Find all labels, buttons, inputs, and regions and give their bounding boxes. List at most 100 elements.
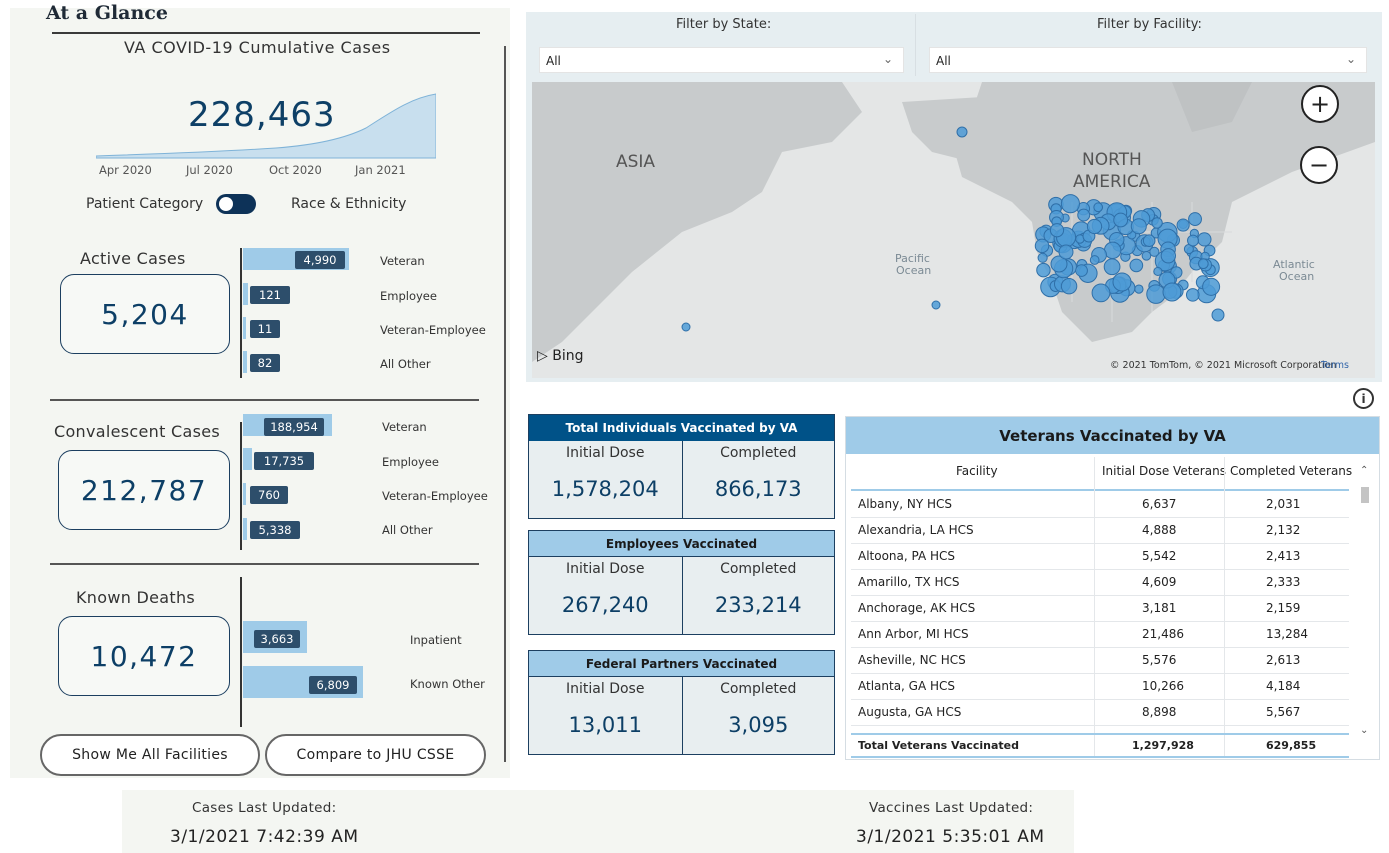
facility-marker[interactable] [1149, 246, 1160, 257]
facility-markers[interactable] [532, 82, 1375, 378]
convalescent-bar-employee [243, 448, 252, 470]
facility-marker[interactable] [1146, 284, 1166, 304]
column-header-initial[interactable]: Initial Dose Veterans [1102, 464, 1226, 478]
facility-marker[interactable] [1185, 288, 1200, 302]
facility-marker[interactable] [1091, 283, 1111, 303]
axis-label-apr: Apr 2020 [99, 163, 152, 177]
facility-marker[interactable] [1075, 264, 1088, 277]
total-completed-label: Completed [720, 445, 797, 461]
facility-marker[interactable] [1187, 234, 1199, 247]
facility-marker[interactable] [1130, 218, 1147, 235]
bing-label: Bing [552, 348, 584, 364]
facility-marker[interactable] [1103, 258, 1121, 276]
convalescent-label-veteran-employee: Veteran-Employee [382, 489, 488, 503]
completed-cell: 2,413 [1266, 549, 1301, 563]
completed-cell: 2,159 [1266, 601, 1301, 615]
facility-marker[interactable] [1129, 258, 1144, 273]
axis-label-jan: Jan 2021 [355, 163, 406, 177]
initial-dose-cell: 21,486 [1142, 627, 1184, 641]
facility-marker[interactable] [1086, 218, 1103, 235]
convalescent-label-employee: Employee [382, 455, 439, 469]
panel-divider [504, 46, 506, 762]
state-filter-dropdown[interactable]: All ⌄ [539, 47, 904, 73]
axis-label-oct: Oct 2020 [269, 163, 322, 177]
category-toggle[interactable] [216, 194, 256, 214]
table-scrollbar[interactable]: ⌃ ⌄ [1360, 465, 1370, 755]
facility-cell: Anchorage, AK HCS [858, 601, 976, 615]
map-terms-link[interactable]: Terms [1321, 360, 1349, 371]
facility-cell: Atlanta, GA HCS [858, 679, 956, 693]
facility-marker[interactable] [1160, 248, 1177, 264]
facility-marker[interactable] [1089, 255, 1100, 265]
facility-marker[interactable] [1197, 232, 1212, 247]
info-icon[interactable]: i [1353, 388, 1374, 409]
facility-marker[interactable] [1093, 202, 1104, 213]
facility-marker[interactable] [1142, 234, 1156, 248]
facility-marker[interactable] [1060, 277, 1078, 295]
facility-map[interactable]: ASIA NORTH AMERICA Pacific Ocean Atlanti… [532, 82, 1375, 378]
convalescent-bar-all-other [243, 518, 247, 540]
facility-marker[interactable] [1151, 217, 1163, 229]
zoom-out-button[interactable]: − [1300, 146, 1338, 184]
facility-marker[interactable] [1162, 282, 1182, 302]
facility-marker[interactable] [1176, 218, 1190, 232]
column-header-facility[interactable]: Facility [956, 464, 998, 478]
total-initial-label: Initial Dose [566, 445, 645, 461]
facility-marker[interactable] [1049, 223, 1065, 238]
show-all-facilities-button[interactable]: Show Me All Facilities [40, 734, 260, 776]
facility-marker[interactable] [1058, 244, 1074, 260]
active-cases-box: 5,204 [60, 274, 230, 354]
facility-marker[interactable] [1036, 262, 1051, 278]
page-title: At a Glance [46, 2, 168, 24]
facility-marker[interactable] [1077, 208, 1091, 222]
total-vaccinated-card: Total Individuals Vaccinated by VA Initi… [528, 414, 835, 519]
zoom-in-button[interactable]: + [1301, 85, 1339, 123]
facility-marker[interactable] [1103, 241, 1122, 260]
bing-logo: ▷ Bing [537, 348, 584, 364]
initial-dose-cell: 5,576 [1142, 653, 1177, 667]
federal-partners-card: Federal Partners Vaccinated Initial Dose… [528, 650, 835, 755]
toggle-label-race-ethnicity: Race & Ethnicity [291, 196, 407, 212]
employees-completed-label: Completed [720, 561, 797, 577]
active-bar-all-other [243, 351, 247, 373]
facility-marker[interactable] [1037, 252, 1048, 263]
facility-marker[interactable] [1034, 238, 1050, 254]
federal-completed-label: Completed [720, 681, 797, 697]
toggle-label-patient-category: Patient Category [86, 196, 204, 212]
scroll-up-icon[interactable]: ⌃ [1360, 465, 1368, 476]
scroll-down-icon[interactable]: ⌄ [1360, 725, 1368, 736]
initial-dose-cell: 5,542 [1142, 549, 1177, 563]
deaths-label-inpatient: Inpatient [410, 633, 462, 647]
facility-marker[interactable] [1112, 272, 1132, 292]
total-completed-value: 866,173 [714, 477, 802, 501]
facility-marker[interactable] [956, 126, 968, 138]
facility-marker[interactable] [931, 300, 941, 310]
federal-partners-header: Federal Partners Vaccinated [529, 651, 834, 677]
completed-cell: 13,284 [1266, 627, 1308, 641]
facility-marker[interactable] [1134, 284, 1144, 294]
cases-updated-label: Cases Last Updated: [192, 800, 337, 816]
facility-marker[interactable] [681, 322, 691, 332]
deaths-label-known-other: Known Other [410, 677, 485, 691]
active-badge-veteran: 4,990 [295, 251, 345, 269]
deaths-badge-known-other: 6,809 [309, 676, 357, 694]
total-row-completed: 629,855 [1266, 739, 1317, 752]
facility-marker[interactable] [1197, 258, 1209, 270]
filter-divider [915, 14, 916, 76]
facility-marker[interactable] [1211, 308, 1225, 322]
completed-cell: 2,132 [1266, 523, 1301, 537]
facility-marker[interactable] [1060, 194, 1080, 214]
column-header-completed[interactable]: Completed Veterans [1230, 464, 1352, 478]
compare-jhu-button[interactable]: Compare to JHU CSSE [265, 734, 486, 776]
completed-cell: 5,567 [1266, 705, 1301, 719]
convalescent-cases-total: 212,787 [80, 473, 208, 507]
facility-marker[interactable] [1113, 212, 1129, 228]
scrollbar-thumb[interactable] [1361, 487, 1369, 503]
facility-filter-dropdown[interactable]: All ⌄ [929, 47, 1367, 73]
total-row-bottomline [851, 756, 1349, 758]
facility-cell: Alexandria, LA HCS [858, 523, 974, 537]
facility-marker[interactable] [1188, 212, 1202, 227]
employees-initial-value: 267,240 [561, 593, 649, 617]
facility-marker[interactable] [1202, 277, 1221, 296]
map-copyright: © 2021 TomTom, © 2021 Microsoft Corporat… [1110, 360, 1337, 371]
